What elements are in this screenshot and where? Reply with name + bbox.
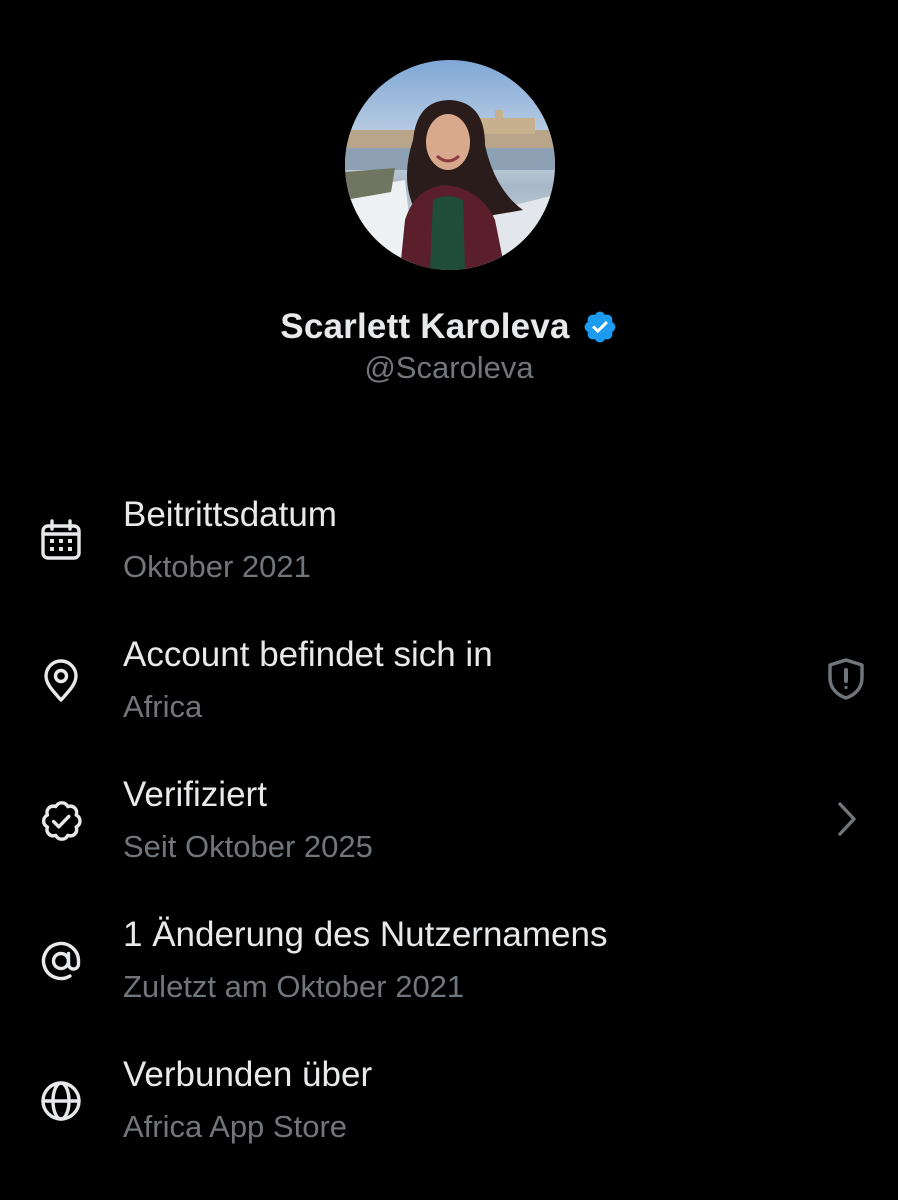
info-title: Verifiziert (123, 775, 267, 814)
info-text: Verbunden über Africa App Store (123, 1050, 372, 1152)
account-info-list: Beitrittsdatum Oktober 2021 Account befi… (0, 480, 898, 1180)
display-name: Scarlett Karoleva (280, 307, 570, 346)
info-subtitle: Seit Oktober 2025 (123, 829, 373, 864)
info-title: Verbunden über (123, 1055, 373, 1094)
shield-alert-icon[interactable] (822, 655, 870, 703)
verified-badge-icon[interactable] (582, 309, 618, 345)
info-title: Account befindet sich in (123, 635, 493, 674)
chevron-right-icon[interactable] (822, 795, 870, 843)
info-text: Beitrittsdatum Oktober 2021 (123, 490, 337, 592)
info-text: 1 Änderung des Nutzernamens Zuletzt am O… (123, 910, 607, 1012)
info-title: 1 Änderung des Nutzernamens (123, 915, 608, 954)
location-pin-icon (37, 657, 85, 705)
info-row-connected-via: Verbunden über Africa App Store (0, 1040, 898, 1180)
user-handle: @Scaroleva (364, 350, 534, 385)
info-row-account-location: Account befindet sich in Africa (0, 620, 898, 760)
info-title: Beitrittsdatum (123, 495, 337, 534)
info-row-username-changes: 1 Änderung des Nutzernamens Zuletzt am O… (0, 900, 898, 1040)
info-subtitle: Zuletzt am Oktober 2021 (123, 969, 465, 1004)
info-row-verified[interactable]: Verifiziert Seit Oktober 2025 (0, 760, 898, 900)
info-subtitle: Oktober 2021 (123, 549, 311, 584)
profile-header: Scarlett Karoleva @Scaroleva (0, 0, 898, 420)
info-subtitle: Africa (123, 689, 203, 724)
info-row-join-date: Beitrittsdatum Oktober 2021 (0, 480, 898, 620)
verified-badge-outline-icon (37, 797, 85, 845)
name-row: Scarlett Karoleva (0, 302, 898, 352)
info-text: Account befindet sich in Africa (123, 630, 493, 732)
info-subtitle: Africa App Store (123, 1109, 348, 1144)
avatar[interactable] (345, 60, 555, 270)
globe-icon (37, 1077, 85, 1125)
at-sign-icon (37, 937, 85, 985)
info-text: Verifiziert Seit Oktober 2025 (123, 770, 373, 872)
calendar-icon (37, 517, 85, 565)
